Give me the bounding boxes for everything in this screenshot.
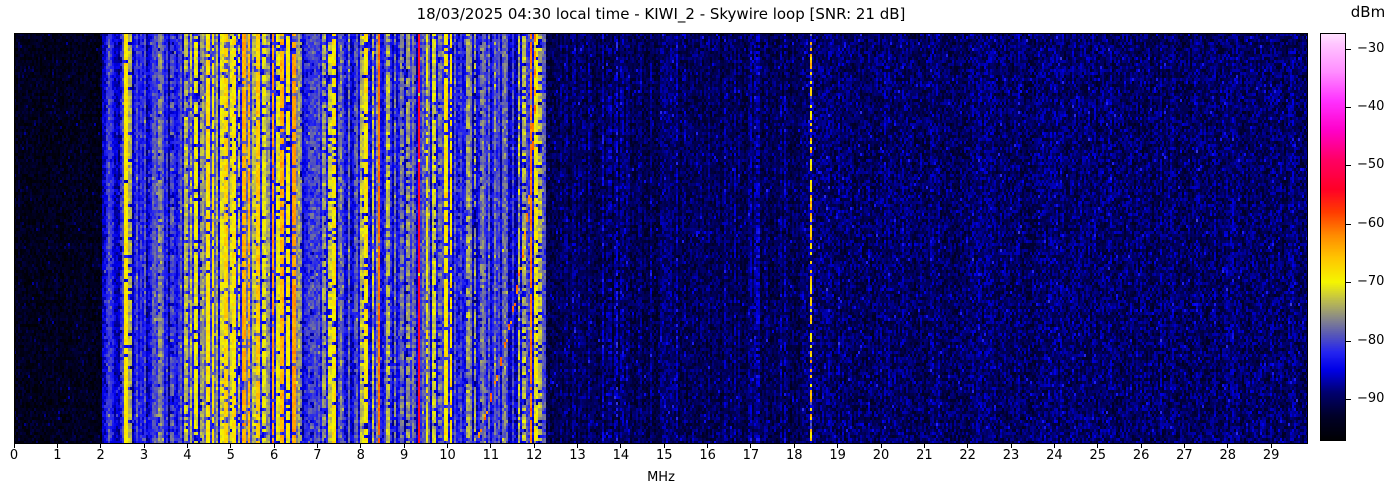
colorbar-tick <box>1346 107 1351 109</box>
chart-title: 18/03/2025 04:30 local time - KIWI_2 - S… <box>416 5 906 23</box>
x-axis-tick-label: 9 <box>400 448 409 463</box>
x-axis-tick-label: 16 <box>699 448 716 463</box>
x-axis-tick-label: 5 <box>226 448 235 463</box>
colorbar-tick-label: −70 <box>1357 274 1385 290</box>
x-axis-tick-label: 17 <box>742 448 760 463</box>
colorbar-tick <box>1346 48 1351 50</box>
colorbar-tick-label: −30 <box>1357 40 1385 56</box>
x-axis-tick-label: 11 <box>482 448 500 463</box>
x-axis-tick-label: 2 <box>96 448 105 463</box>
x-axis-tick-label: 14 <box>612 448 630 463</box>
x-axis-tick-label: 7 <box>313 448 322 463</box>
x-axis-tick-label: 24 <box>1046 448 1063 463</box>
colorbar-tick <box>1346 282 1351 284</box>
x-axis-tick-label: 26 <box>1132 448 1150 463</box>
x-axis-tick-label: 27 <box>1176 448 1193 463</box>
x-axis-tick-label: 6 <box>269 448 279 463</box>
colorbar-tick <box>1346 223 1351 225</box>
spectrogram-figure: 18/03/2025 04:30 local time - KIWI_2 - S… <box>0 0 1400 500</box>
colorbar-tick <box>1346 399 1351 401</box>
colorbar <box>1320 33 1346 441</box>
x-axis-tick-label: 12 <box>525 448 543 463</box>
x-axis-tick-label: 4 <box>183 448 192 463</box>
x-axis-tick-label: 28 <box>1219 448 1237 463</box>
x-axis-tick-label: 1 <box>53 448 62 463</box>
x-axis-tick-label: 0 <box>9 448 19 463</box>
colorbar-label: dBm <box>1350 3 1386 21</box>
x-axis-tick-label: 25 <box>1089 448 1107 463</box>
x-axis-tick-label: 15 <box>655 448 673 463</box>
colorbar-tick-label: −50 <box>1357 157 1385 173</box>
colorbar-tick-label: −90 <box>1357 391 1385 407</box>
x-axis-tick-label: 22 <box>959 448 976 463</box>
colorbar-tick-label: −40 <box>1357 99 1385 115</box>
x-axis-tick-label: 18 <box>786 448 803 463</box>
colorbar-gradient-canvas <box>1321 34 1345 440</box>
colorbar-tick-label: −60 <box>1357 215 1385 231</box>
x-axis-tick-label: 20 <box>872 448 890 463</box>
x-axis-tick-label: 21 <box>916 448 933 463</box>
spectrogram-canvas <box>14 33 1308 444</box>
colorbar-tick <box>1346 340 1351 342</box>
x-axis-tick-label: 10 <box>439 448 456 463</box>
x-axis-tick-label: 13 <box>569 448 586 463</box>
x-axis-tick-label: 19 <box>829 448 846 463</box>
x-axis-tick-label: 23 <box>1002 448 1020 463</box>
colorbar-tick <box>1346 165 1351 167</box>
colorbar-tick-label: −80 <box>1357 332 1385 348</box>
x-axis-tick-label: 3 <box>139 448 149 463</box>
x-axis-tick-label: 29 <box>1262 448 1280 463</box>
x-axis-label: MHz <box>647 470 675 485</box>
x-axis-tick-label: 8 <box>356 448 365 463</box>
